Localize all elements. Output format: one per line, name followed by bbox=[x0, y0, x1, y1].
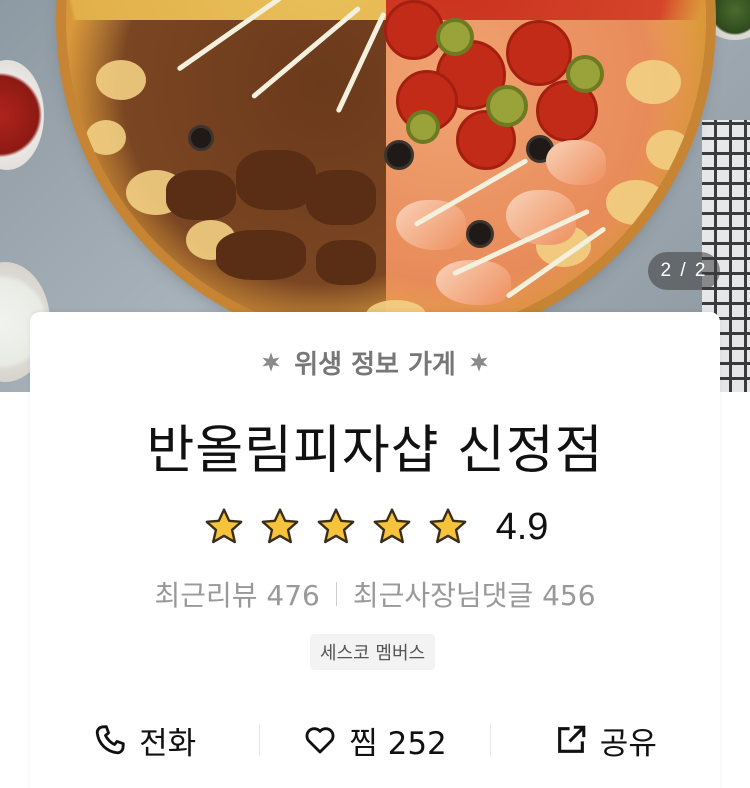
store-name: 반올림피자샵 신정점 bbox=[146, 421, 604, 481]
heart-icon bbox=[305, 727, 335, 754]
call-button[interactable]: 전화 bbox=[30, 710, 259, 770]
like-label: 찜 252 bbox=[349, 725, 447, 762]
star-icon bbox=[205, 508, 243, 544]
action-bar: 전화 찜 252 공유 bbox=[30, 710, 720, 770]
hygiene-info-label[interactable]: 위생 정보 가게 bbox=[30, 340, 720, 384]
hygiene-label-text: 위생 정보 가게 bbox=[294, 349, 456, 380]
star-icon bbox=[317, 508, 355, 544]
share-icon bbox=[557, 725, 586, 753]
review-counts: 최근리뷰 476 최근사장님댓글 456 bbox=[30, 574, 720, 614]
star-icon bbox=[261, 508, 299, 544]
page-indicator: 2 / 2 bbox=[648, 252, 720, 290]
recent-reviews-link[interactable]: 최근리뷰 476 bbox=[154, 574, 319, 614]
pizza-photo bbox=[66, 0, 706, 340]
star-icon bbox=[429, 508, 467, 544]
laurel-right-icon bbox=[470, 352, 488, 372]
call-label: 전화 bbox=[139, 725, 197, 762]
cesco-members-badge: 세스코 멤버스 bbox=[310, 634, 436, 670]
like-button[interactable]: 찜 252 bbox=[260, 710, 489, 770]
share-label: 공유 bbox=[599, 725, 657, 762]
rating-row[interactable]: 4.9 bbox=[30, 502, 720, 552]
phone-icon bbox=[95, 725, 125, 755]
sauce-cup-image bbox=[700, 0, 750, 40]
recent-owner-replies-link[interactable]: 최근사장님댓글 456 bbox=[353, 574, 596, 614]
store-info-card: 위생 정보 가게 반올림피자샵 신정점 4.9 최근리뷰 476 최근사장님댓글… bbox=[30, 312, 720, 788]
divider bbox=[335, 582, 337, 606]
ketchup-cup-image bbox=[0, 60, 44, 170]
laurel-left-icon bbox=[262, 352, 280, 372]
star-icon bbox=[373, 508, 411, 544]
rating-value: 4.9 bbox=[495, 505, 549, 548]
share-button[interactable]: 공유 bbox=[491, 710, 720, 770]
